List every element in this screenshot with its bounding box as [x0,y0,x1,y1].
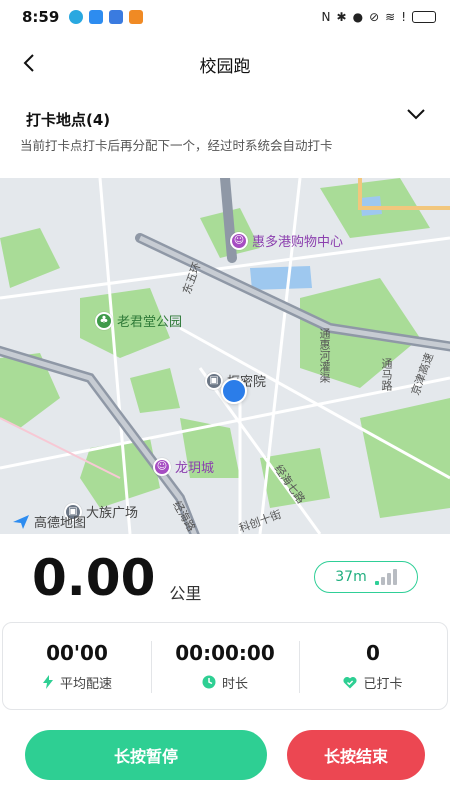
poi-mall[interactable]: ☺ 惠多港购物中心 [230,231,343,250]
chevron-down-icon[interactable] [406,108,426,120]
signal-strength-icon [374,569,397,585]
signal-bar [386,573,391,585]
distance-readout: 0.00 公里 [32,548,201,608]
gps-accuracy-badge: 37m [314,561,418,593]
road-label-tongma: 通马路 [380,358,393,391]
stat-checked-in-label: 已打卡 [363,676,403,692]
shopping-icon: ☺ [153,457,171,476]
back-chevron-icon [23,54,34,72]
stat-duration: 00:00:00 时长 [151,623,299,709]
pause-button[interactable]: 长按暂停 [25,730,267,780]
mute-icon: ⊘ [369,10,380,24]
poi-park[interactable]: ♣ 老君堂公园 [95,311,182,330]
poi-square-label: 大族广场 [86,506,139,521]
signal-bar [392,569,397,585]
status-app-icons [69,10,144,24]
navigation-arrow-icon [13,514,29,529]
signal-bar [374,581,379,585]
search-app-icon [89,10,104,24]
map-canvas [0,178,450,534]
distance-unit: 公里 [169,584,202,603]
bluetooth-icon: ✱ [336,10,347,24]
map-view[interactable]: ☺ 惠多港购物中心 ♣ 老君堂公园 ▣ 枢密院 ☺ 龙玥城 ▣ 大族广场 东五环… [0,178,450,534]
location-icon: ● [352,10,364,24]
cloud-app-icon [109,10,124,24]
game-app-icon [129,10,144,24]
status-time: 8:59 [22,8,60,26]
checkpoint-description: 当前打卡点打卡后再分配下一个，经过时系统会自动打卡 [20,138,333,153]
check-heart-icon [343,676,358,688]
park-tree-icon: ♣ [95,311,113,330]
map-logo-text: 高德地图 [34,516,87,531]
run-stats-card: 00'00 平均配速 00:00:00 时长 0 已打卡 [2,622,448,710]
stat-checked-in: 0 已打卡 [299,623,447,709]
nav-bar: 校园跑 [0,40,450,88]
distance-value: 0.00 [32,549,156,607]
battery-icon [412,11,436,23]
app-notification-icon [69,10,84,24]
stat-duration-label: 时长 [221,676,248,692]
map-logo: 高德地图 [12,512,86,531]
stat-checked-in-label-row: 已打卡 [343,673,403,692]
checkpoint-header[interactable]: 打卡地点(4) [26,106,426,132]
user-location-dot [221,378,247,404]
status-bar: 8:59 N ✱ ● ⊘ ≋ ! [0,0,450,34]
lightning-icon [42,675,53,689]
stat-pace-label-row: 平均配速 [42,673,112,692]
signal-bar [380,577,385,585]
stat-checked-in-value: 0 [366,640,380,665]
stat-pace: 00'00 平均配速 [3,623,151,709]
checkpoint-title: 打卡地点(4) [26,110,111,129]
building-icon: ▣ [205,371,223,390]
poi-city-label: 龙玥城 [175,461,215,476]
gps-accuracy-value: 37m [335,569,367,585]
road-label-canal: 通惠河灌渠 [318,328,331,383]
page-title: 校园跑 [199,56,251,77]
poi-park-label: 老君堂公园 [117,315,183,330]
shopping-icon: ☺ [230,231,248,250]
stat-pace-value: 00'00 [46,640,108,665]
status-indicators: N ✱ ● ⊘ ≋ ! [322,10,436,24]
wifi-icon: ≋ [385,10,396,24]
stat-duration-label-row: 时长 [202,673,248,692]
poi-mall-label: 惠多港购物中心 [252,235,344,250]
poi-city[interactable]: ☺ 龙玥城 [153,457,214,476]
end-run-button[interactable]: 长按结束 [287,730,425,780]
stat-pace-label: 平均配速 [59,676,112,692]
back-button[interactable] [14,48,44,78]
nfc-icon: N [321,10,331,24]
stat-duration-value: 00:00:00 [175,640,275,665]
alert-icon: ! [401,10,406,24]
clock-icon [202,675,216,689]
